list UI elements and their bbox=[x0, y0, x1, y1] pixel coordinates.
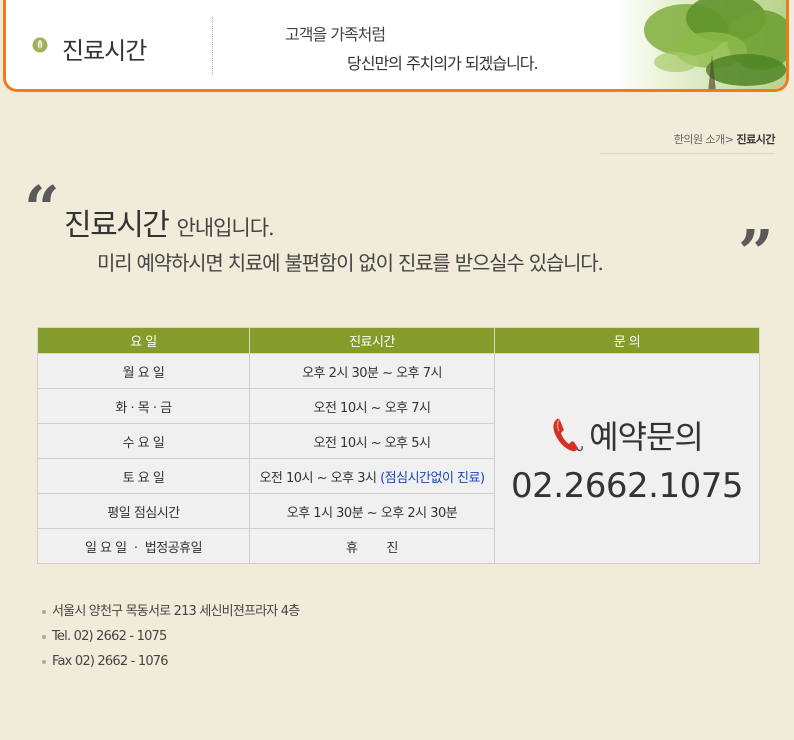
time-cell: 오후 2시 30분 ~ 오후 7시 bbox=[249, 353, 495, 389]
slogan-line2: 당신만의 주치의가 되겠습니다. bbox=[347, 54, 539, 73]
contact-box: 예약문의 02.2662.1075 bbox=[495, 412, 759, 506]
day-cell: 토 요 일 bbox=[37, 458, 250, 494]
header-time: 진료시간 bbox=[249, 327, 495, 354]
contact-phone[interactable]: 02.2662.1075 bbox=[511, 466, 743, 506]
quote-open-icon: “ bbox=[24, 172, 60, 245]
breadcrumb-parent[interactable]: 한의원 소개> bbox=[674, 133, 734, 146]
leaf-icon bbox=[32, 37, 48, 53]
fax-text: Fax 02) 2662 - 1076 bbox=[52, 654, 169, 669]
holiday-day-cell: 일 요 일 · 법정공휴일 bbox=[37, 528, 250, 564]
header-divider bbox=[212, 17, 213, 75]
tree-image bbox=[616, 0, 786, 89]
quote-close-icon: ” bbox=[738, 216, 774, 289]
bullet-icon bbox=[42, 634, 46, 639]
bullet-icon bbox=[42, 609, 46, 614]
lunch-day-cell: 평일 점심시간 bbox=[37, 493, 250, 529]
intro-title: 진료시간 안내입니다. bbox=[64, 200, 275, 244]
time-note: (점심시간없이 진료) bbox=[380, 470, 485, 486]
tel-item: Tel. 02) 2662 - 1075 bbox=[42, 626, 299, 651]
page-title: 진료시간 bbox=[62, 37, 147, 65]
lunch-time-cell: 오후 1시 30분 ~ 오후 2시 30분 bbox=[249, 493, 495, 529]
address-block: 서울시 양천구 목동서로 213 세신비젼프라자 4층 Tel. 02) 266… bbox=[42, 601, 300, 676]
time-cell: 오전 10시 ~ 오후 3시 (점심시간없이 진료) bbox=[249, 458, 495, 494]
holiday-time-cell: 휴 진 bbox=[249, 528, 495, 564]
intro-title-strong: 진료시간 bbox=[64, 208, 170, 243]
contact-label: 예약문의 bbox=[589, 417, 704, 456]
contact-cell: 예약문의 02.2662.1075 bbox=[494, 353, 760, 564]
time-text: 오전 10시 ~ 오후 3시 bbox=[259, 470, 377, 486]
day-cell: 수 요 일 bbox=[37, 423, 250, 459]
intro-title-rest: 안내입니다. bbox=[176, 216, 274, 240]
header-contact: 문 의 bbox=[494, 327, 760, 354]
bullet-icon bbox=[42, 659, 46, 664]
intro-description: 미리 예약하시면 치료에 불편함이 없이 진료를 받으실수 있습니다. bbox=[97, 251, 604, 275]
contact-top: 예약문의 bbox=[551, 412, 704, 458]
table-row: 월 요 일 오후 2시 30분 ~ 오후 7시 예약문의 02.2662.107… bbox=[37, 353, 760, 564]
hours-table: 요 일 진료시간 문 의 월 요 일 오후 2시 30분 ~ 오후 7시 예약문… bbox=[37, 327, 760, 564]
phone-icon bbox=[553, 418, 583, 451]
header-day: 요 일 bbox=[37, 327, 250, 354]
time-cell: 오전 10시 ~ 오후 5시 bbox=[249, 423, 495, 459]
breadcrumb: 한의원 소개> 진료시간 bbox=[600, 131, 776, 154]
breadcrumb-current: 진료시간 bbox=[736, 133, 776, 146]
tel-text: Tel. 02) 2662 - 1075 bbox=[52, 629, 167, 644]
fax-item: Fax 02) 2662 - 1076 bbox=[42, 651, 299, 676]
slogan-line1: 고객을 가족처럼 bbox=[285, 25, 386, 44]
address-item: 서울시 양천구 목동서로 213 세신비젼프라자 4층 bbox=[42, 601, 300, 626]
time-cell: 오전 10시 ~ 오후 7시 bbox=[249, 388, 495, 424]
page-header: 진료시간 고객을 가족처럼 당신만의 주치의가 되겠습니다. bbox=[3, 0, 789, 92]
day-cell: 화 · 목 · 금 bbox=[37, 388, 250, 424]
address-text: 서울시 양천구 목동서로 213 세신비젼프라자 4층 bbox=[52, 604, 300, 619]
table-header-row: 요 일 진료시간 문 의 bbox=[37, 327, 760, 354]
day-cell: 월 요 일 bbox=[37, 353, 250, 389]
